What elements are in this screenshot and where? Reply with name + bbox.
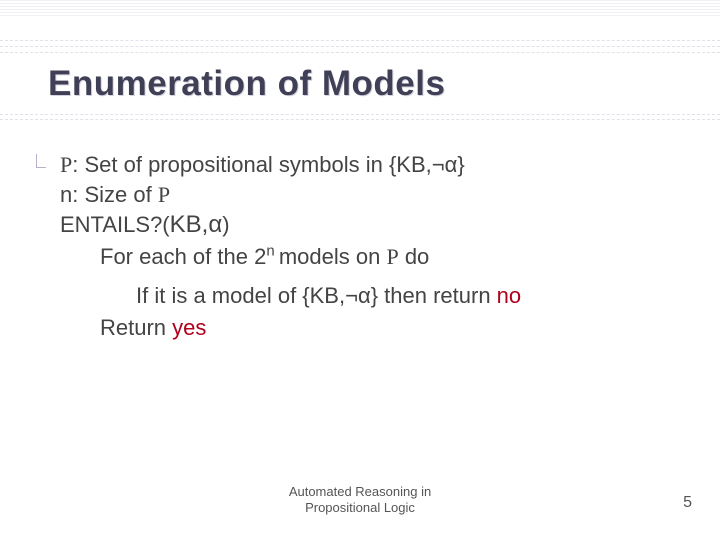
foreach-b: models on bbox=[279, 244, 387, 269]
def-p-text: : Set of propositional symbols in {KB, bbox=[72, 152, 432, 177]
return-a: Return bbox=[100, 315, 172, 340]
footer-line-2: Propositional Logic bbox=[0, 500, 720, 516]
alpha-symbol: α bbox=[208, 211, 222, 238]
symbol-p: P bbox=[158, 182, 170, 207]
corner-decoration bbox=[36, 154, 46, 168]
if-b: } then return bbox=[371, 283, 497, 308]
negation-symbol: ¬ bbox=[345, 283, 358, 308]
definition-p: P: Set of propositional symbols in {KB,¬… bbox=[60, 150, 690, 180]
definition-n: n: Size of P bbox=[60, 180, 690, 210]
exponent-n: n bbox=[266, 242, 278, 259]
decorative-rule-top bbox=[0, 0, 720, 16]
entails-header: ENTAILS?(KB,α) bbox=[60, 209, 690, 241]
if-a: If it is a model of {KB, bbox=[136, 283, 345, 308]
page-number: 5 bbox=[683, 494, 692, 512]
slide-body: P: Set of propositional symbols in {KB,¬… bbox=[60, 150, 690, 343]
slide: Enumeration of Models P: Set of proposit… bbox=[0, 0, 720, 540]
return-no: no bbox=[497, 283, 521, 308]
slide-title: Enumeration of Models bbox=[48, 64, 445, 104]
symbol-p: P bbox=[60, 152, 72, 177]
two: 2 bbox=[254, 244, 266, 269]
negation-symbol: ¬ bbox=[432, 152, 445, 177]
entails-kb: KB, bbox=[170, 211, 209, 238]
foreach-c: do bbox=[399, 244, 430, 269]
alpha-symbol: α bbox=[445, 152, 458, 177]
return-yes: yes bbox=[172, 315, 206, 340]
slide-footer: Automated Reasoning in Propositional Log… bbox=[0, 484, 720, 517]
entails-post: ) bbox=[222, 212, 229, 237]
return-line: Return yes bbox=[60, 313, 690, 343]
footer-line-1: Automated Reasoning in bbox=[0, 484, 720, 500]
alpha-symbol: α bbox=[358, 283, 371, 308]
foreach-line: For each of the 2n models on P do bbox=[60, 242, 690, 272]
def-p-tail: } bbox=[457, 152, 464, 177]
def-n-text: n: Size of bbox=[60, 182, 158, 207]
entails-pre: ENTAILS?( bbox=[60, 212, 170, 237]
if-line: If it is a model of {KB,¬α} then return … bbox=[60, 281, 690, 311]
foreach-a: For each of the bbox=[100, 244, 254, 269]
symbol-p: P bbox=[386, 244, 398, 269]
